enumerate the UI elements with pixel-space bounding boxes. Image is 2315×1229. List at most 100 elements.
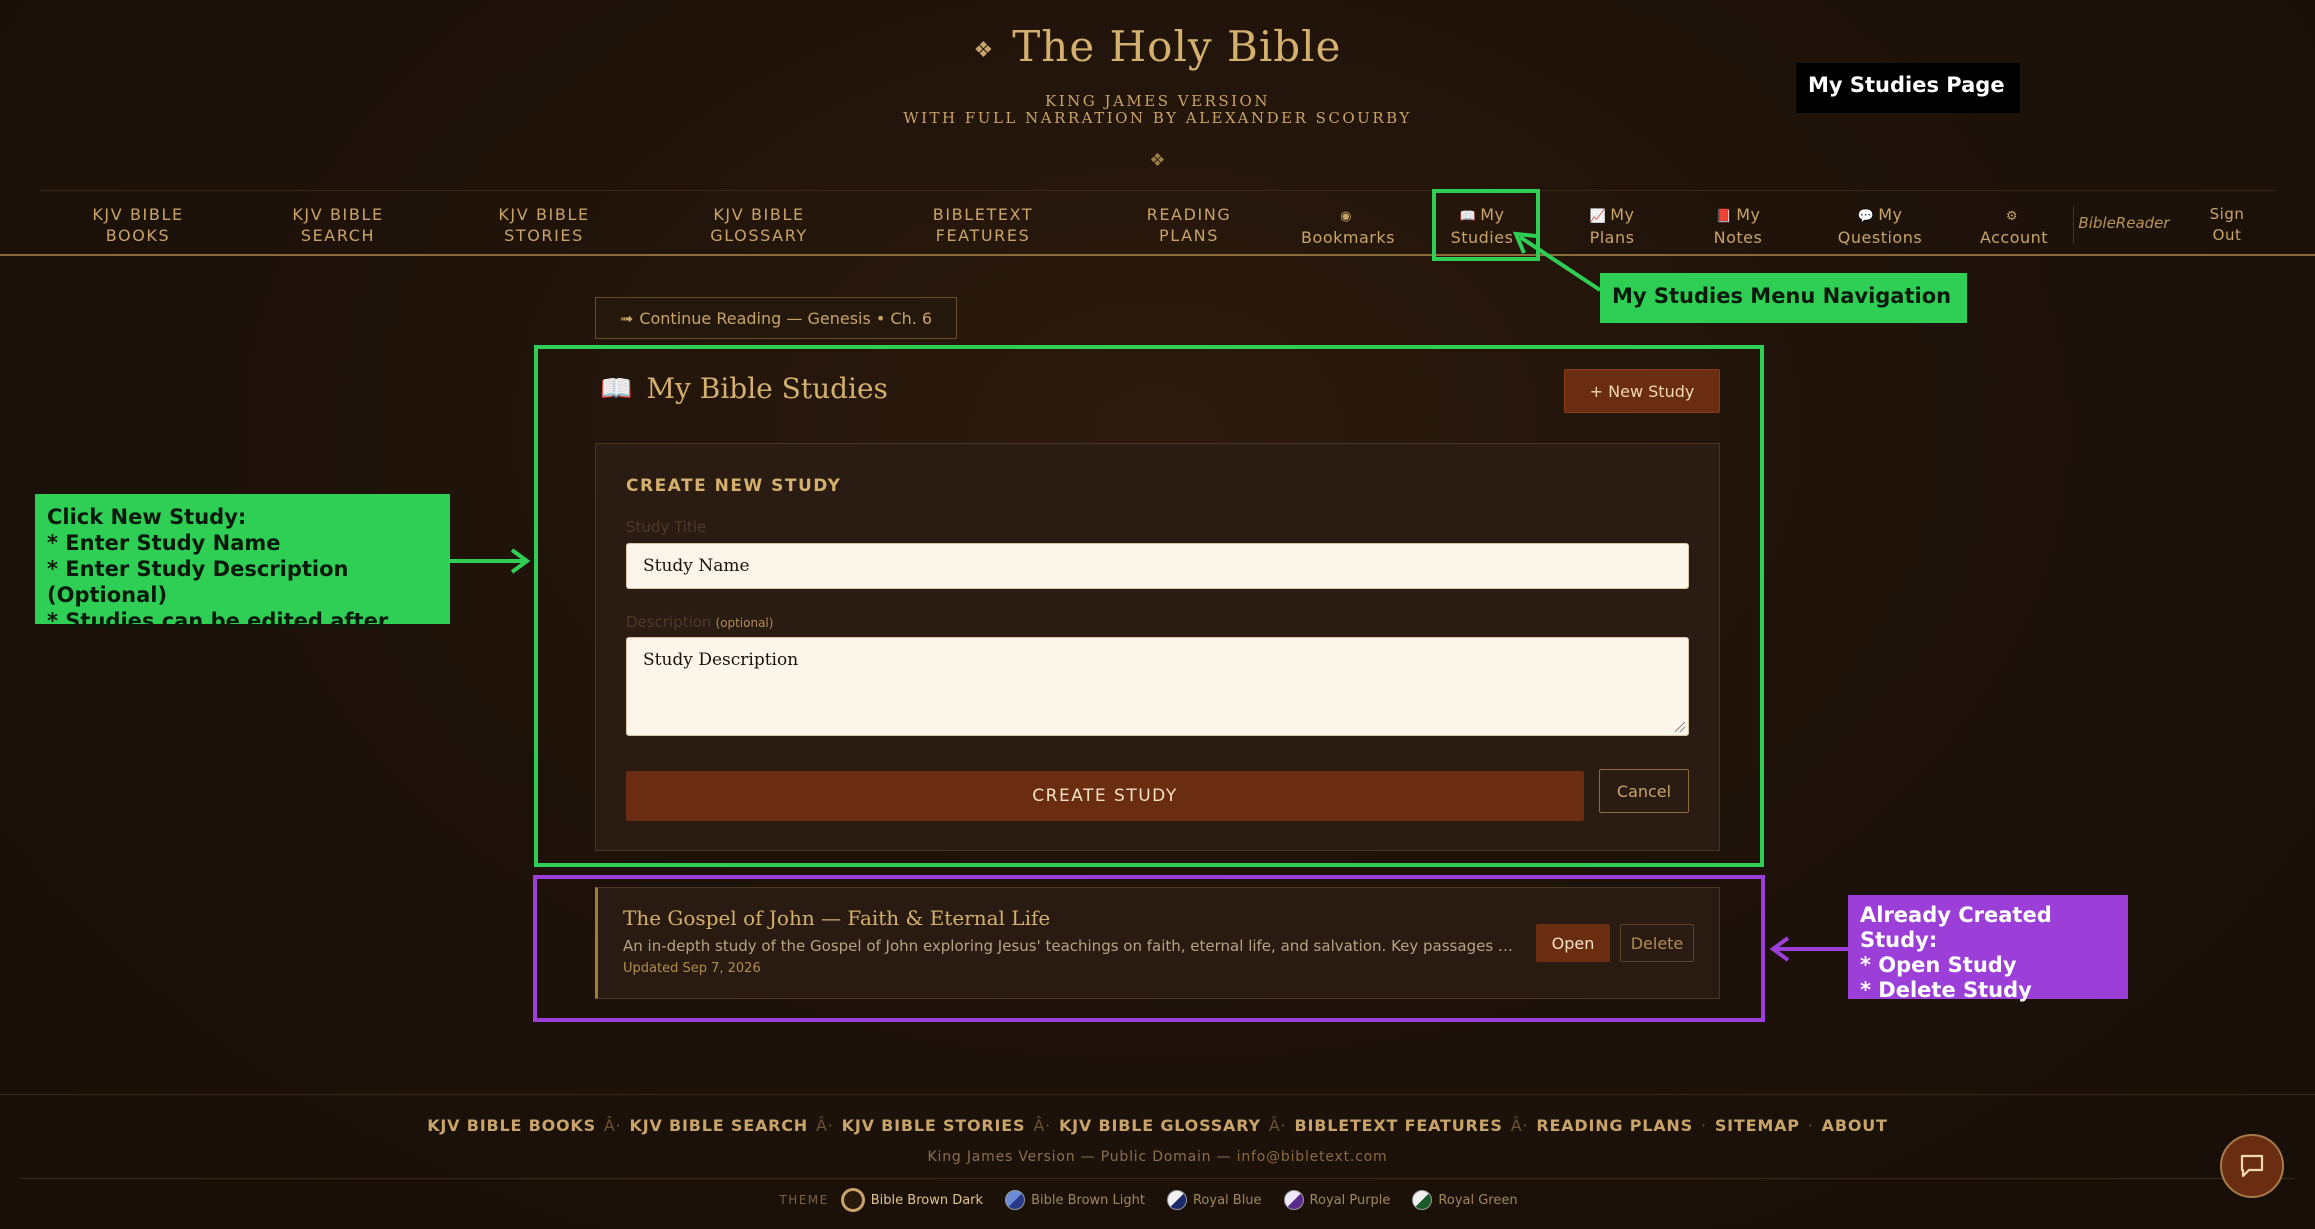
theme-selector: THEME Bible Brown Dark Bible Brown Light…	[0, 1188, 2315, 1212]
site-title-text: The Holy Bible	[1012, 22, 1342, 71]
nav-kjv-bible-stories[interactable]: KJV BIBLE STORIES	[498, 204, 589, 246]
nav-label-line2: BOOKS	[105, 226, 171, 245]
annotation-line: * Delete Study	[1860, 978, 2032, 1002]
theme-swatch-icon	[840, 1188, 865, 1212]
theme-swatch-icon	[1005, 1190, 1026, 1210]
nav-label-line2: Bookmarks	[1301, 228, 1395, 247]
footer-divider	[0, 1094, 2315, 1095]
nav-my-plans[interactable]: 📈 My Plans	[1590, 204, 1635, 248]
footer-link-kjv-glossary[interactable]: KJV BIBLE GLOSSARY	[1059, 1116, 1261, 1135]
nav-label-line2: PLANS	[1159, 226, 1219, 245]
nav-label-line1: BIBLETEXT	[932, 205, 1034, 224]
nav-my-notes[interactable]: 📕 My Notes	[1714, 204, 1763, 248]
ornament-icon: ❖	[973, 37, 995, 63]
nav-my-questions[interactable]: 💬 My Questions	[1838, 204, 1922, 248]
arrow-study	[1769, 936, 1848, 962]
nav-reading-plans[interactable]: READING PLANS	[1147, 204, 1232, 246]
nav-label-line1: Sign	[2209, 205, 2245, 223]
nav-kjv-bible-books[interactable]: KJV BIBLE BOOKS	[92, 204, 183, 246]
theme-option-brown-dark[interactable]: Bible Brown Dark	[840, 1188, 984, 1212]
footer-link-kjv-stories[interactable]: KJV BIBLE STORIES	[842, 1116, 1026, 1135]
theme-swatch-icon	[1283, 1190, 1304, 1210]
copyright-text: King James Version — Public Domain —	[927, 1149, 1237, 1165]
footer-separator: Â·	[815, 1116, 834, 1135]
footer-link-sitemap[interactable]: SITEMAP	[1715, 1116, 1800, 1135]
nav-label-line2: Account	[1979, 228, 2049, 247]
nav-label-line2: Questions	[1837, 228, 1923, 247]
footer-separator: ·	[1807, 1116, 1814, 1135]
nav-label-line2: GLOSSARY	[710, 226, 808, 245]
annotation-page-label: My Studies Page	[1796, 63, 2020, 113]
nav-label-line1: KJV BIBLE	[92, 205, 184, 224]
footer-separator: Â·	[1268, 1116, 1287, 1135]
annotation-existing-study: Already Created Study: * Open Study * De…	[1848, 895, 2128, 1002]
annotation-line: * Open Study	[1860, 953, 2017, 977]
nav-bottom-divider	[0, 254, 2315, 256]
footer-link-kjv-search[interactable]: KJV BIBLE SEARCH	[630, 1116, 808, 1135]
nav-label-line2: SEARCH	[300, 226, 376, 245]
annotation-line: Already Created Study:	[1860, 903, 2052, 952]
header-divider-icon: ❖	[1149, 150, 1166, 171]
annotation-new-study: Click New Study: * Enter Study Name * En…	[35, 494, 450, 633]
nav-sign-out[interactable]: Sign Out	[2210, 204, 2245, 246]
chat-button[interactable]	[2220, 1134, 2284, 1198]
theme-name: Royal Green	[1438, 1192, 1518, 1208]
footer-separator: Â·	[603, 1116, 622, 1135]
footer-divider-secondary	[20, 1178, 2295, 1179]
nav-bibletext-features[interactable]: BIBLETEXT FEATURES	[933, 204, 1033, 246]
theme-swatch-icon	[1166, 1190, 1187, 1210]
annotation-outline-nav	[1432, 189, 1540, 261]
chat-icon	[2240, 1154, 2264, 1178]
nav-label-line1: My	[1736, 205, 1761, 224]
annotation-line: * Studies can be edited after	[47, 609, 389, 633]
theme-swatch-icon	[1412, 1190, 1433, 1210]
continue-reading-label: Continue Reading — Genesis • Ch. 6	[639, 308, 933, 328]
arrow-right-icon: ➟	[619, 308, 634, 328]
continue-reading-button[interactable]: ➟ Continue Reading — Genesis • Ch. 6	[595, 297, 957, 339]
bookmark-icon: ◉	[1340, 209, 1352, 224]
nav-separator	[2073, 206, 2074, 244]
nav-label-line1: KJV BIBLE	[292, 205, 384, 224]
theme-name: Bible Brown Dark	[870, 1192, 984, 1208]
nav-label-line2: Plans	[1589, 228, 1635, 247]
notebook-icon: 📕	[1715, 209, 1733, 224]
nav-kjv-bible-glossary[interactable]: KJV BIBLE GLOSSARY	[710, 204, 808, 246]
annotation-outline-create	[534, 345, 1764, 867]
theme-name: Bible Brown Light	[1031, 1192, 1145, 1208]
footer-separator: Â·	[1033, 1116, 1051, 1135]
footer-link-about[interactable]: ABOUT	[1822, 1116, 1888, 1135]
nav-label-line2: Out	[2212, 226, 2242, 244]
annotation-outline-study	[533, 875, 1765, 1022]
nav-kjv-bible-search[interactable]: KJV BIBLE SEARCH	[292, 204, 383, 246]
nav-label-line1: KJV BIBLE	[498, 205, 590, 224]
footer-link-reading-plans[interactable]: READING PLANS	[1536, 1116, 1693, 1135]
footer-links: KJV BIBLE BOOKS Â· KJV BIBLE SEARCH Â· KJV B…	[0, 1116, 2315, 1135]
annotation-line: * Enter Study Name	[47, 531, 281, 555]
theme-option-brown-light[interactable]: Bible Brown Light	[1005, 1190, 1145, 1210]
nav-bookmarks[interactable]: ◉ Bookmarks	[1301, 204, 1395, 248]
annotation-nav-label: My Studies Menu Navigation	[1600, 273, 1967, 323]
theme-option-royal-blue[interactable]: Royal Blue	[1166, 1190, 1262, 1210]
theme-option-royal-green[interactable]: Royal Green	[1412, 1190, 1518, 1210]
speech-bubble-icon: 💬	[1857, 209, 1875, 224]
theme-label: THEME	[779, 1193, 829, 1207]
footer-separator: ·	[1700, 1116, 1707, 1135]
theme-option-royal-purple[interactable]: Royal Purple	[1283, 1190, 1390, 1210]
nav-brand-bible-reader[interactable]: BibleReader	[2078, 214, 2169, 232]
footer-separator: Â·	[1510, 1116, 1529, 1135]
nav-label-line1: My	[1878, 205, 1903, 224]
theme-name: Royal Blue	[1192, 1192, 1262, 1208]
chart-icon: 📈	[1589, 209, 1607, 224]
contact-email-link[interactable]: info@bibletext.com	[1237, 1149, 1388, 1165]
footer-link-bibletext-features[interactable]: BIBLETEXT FEATURES	[1294, 1116, 1502, 1135]
annotation-line: * Enter Study Description (Optional)	[47, 557, 349, 607]
nav-label-line1: KJV BIBLE	[713, 205, 805, 224]
nav-label-line1: My	[1610, 205, 1635, 224]
nav-top-divider	[40, 190, 2275, 191]
nav-label-line2: STORIES	[504, 226, 584, 245]
gear-icon: ⚙	[2005, 209, 2019, 224]
nav-account[interactable]: ⚙ Account	[1980, 204, 2048, 248]
nav-label-line2: Notes	[1713, 228, 1763, 247]
footer-link-kjv-books[interactable]: KJV BIBLE BOOKS	[427, 1116, 596, 1135]
arrow-create	[450, 548, 531, 574]
